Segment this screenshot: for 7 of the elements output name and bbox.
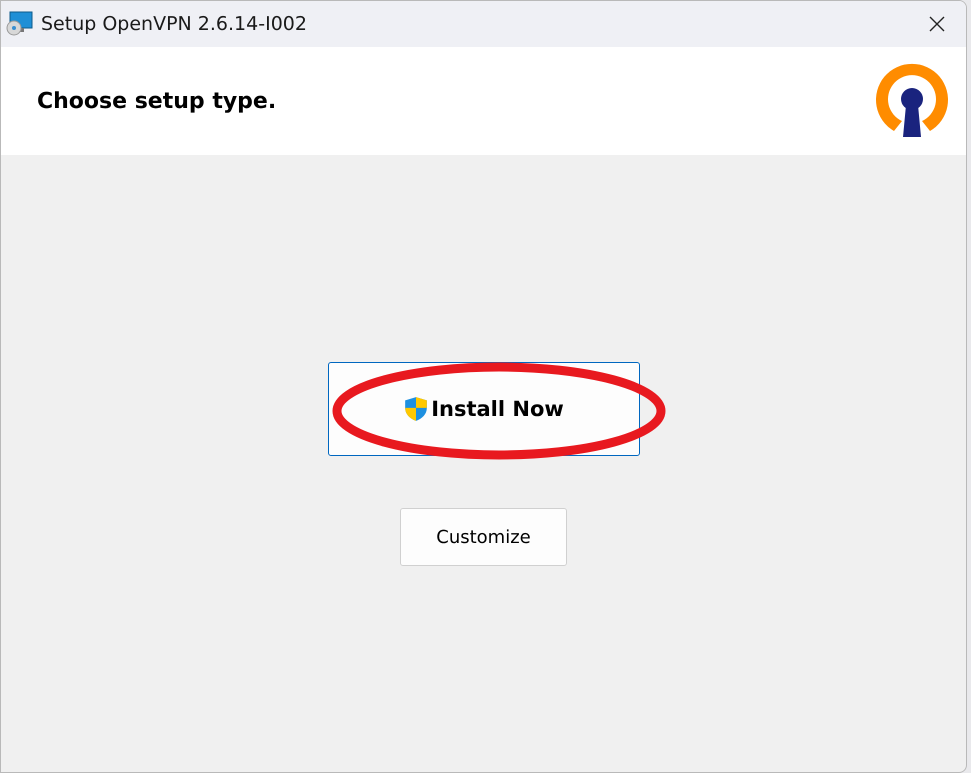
page-heading: Choose setup type. bbox=[37, 88, 276, 114]
customize-button[interactable]: Customize bbox=[400, 508, 567, 566]
window-title: Setup OpenVPN 2.6.14-I002 bbox=[41, 13, 308, 35]
close-icon bbox=[929, 16, 945, 32]
keyhole-logo-icon bbox=[874, 63, 950, 139]
monitor-disc-icon bbox=[5, 11, 33, 37]
shield-icon bbox=[403, 396, 430, 422]
